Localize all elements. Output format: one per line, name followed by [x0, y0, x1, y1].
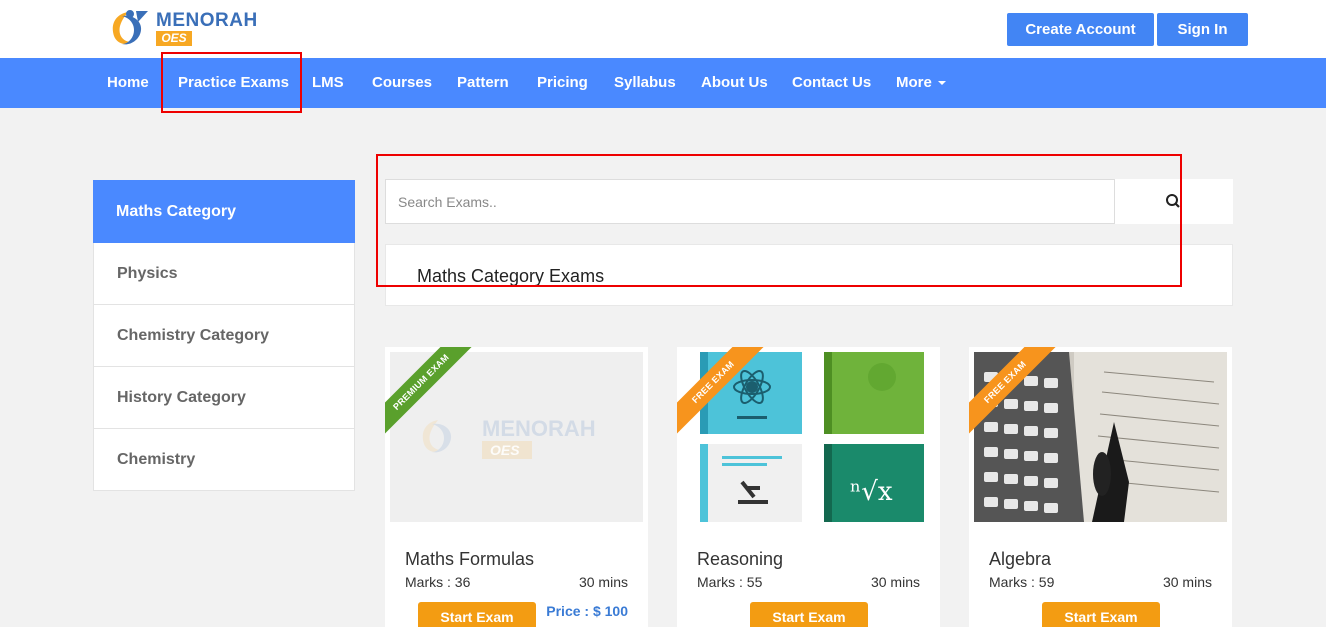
exam-duration: 30 mins	[1162, 574, 1212, 590]
nav-courses[interactable]: Courses	[372, 58, 432, 108]
top-bar: MENORAH OES Create Account Sign In	[0, 0, 1326, 58]
brand-name: MENORAH	[156, 10, 258, 31]
svg-text:MENORAH: MENORAH	[482, 416, 596, 441]
nav-more-label: More	[896, 74, 932, 91]
search-button[interactable]	[1160, 190, 1186, 214]
nav-pricing[interactable]: Pricing	[537, 58, 588, 108]
brand-sub: OES	[156, 31, 192, 46]
start-exam-button[interactable]: Start Exam	[750, 602, 868, 627]
exam-duration: 30 mins	[578, 574, 628, 590]
svg-text:OES: OES	[490, 442, 520, 458]
start-exam-button[interactable]: Start Exam	[1042, 602, 1160, 627]
exam-duration: 30 mins	[870, 574, 920, 590]
main-nav: Home Practice Exams LMS Courses Pattern …	[0, 58, 1326, 108]
category-heading-panel: Maths Category Exams	[385, 244, 1233, 306]
premium-ribbon: PREMIUM EXAM	[385, 347, 479, 441]
nav-syllabus[interactable]: Syllabus	[614, 58, 676, 108]
sidebar-item-chemistry-category[interactable]: Chemistry Category	[93, 305, 355, 367]
exam-card-reasoning[interactable]: ⁿ√x FREE EXAM Reasoning Marks : 55 30 mi…	[677, 347, 940, 627]
exam-title: Maths Formulas	[405, 549, 535, 569]
sidebar-item-history-category[interactable]: History Category	[93, 367, 355, 429]
nav-about-us[interactable]: About Us	[701, 58, 768, 108]
exam-title: Reasoning	[697, 549, 784, 569]
brand-logo[interactable]: MENORAH OES	[108, 8, 258, 48]
exam-card-maths-formulas[interactable]: MENORAH OES PREMIUM EXAM Maths Formulas …	[385, 347, 648, 627]
category-heading: Maths Category Exams	[417, 266, 605, 286]
nav-pattern[interactable]: Pattern	[457, 58, 509, 108]
nav-home[interactable]: Home	[107, 58, 149, 108]
sign-in-button[interactable]: Sign In	[1157, 13, 1248, 46]
create-account-button[interactable]: Create Account	[1007, 13, 1154, 46]
exam-marks: Marks : 59	[989, 574, 1055, 590]
ribbon-label: FREE EXAM	[677, 347, 771, 440]
logo-mark-icon	[112, 10, 148, 45]
exam-card-algebra[interactable]: FREE EXAM Algebra Marks : 59 30 mins Sta…	[969, 347, 1232, 627]
sidebar-item-physics[interactable]: Physics	[93, 243, 355, 305]
search-bar	[385, 179, 1233, 224]
nav-more[interactable]: More	[896, 58, 946, 108]
exam-title: Algebra	[989, 549, 1052, 569]
ribbon-label: FREE EXAM	[969, 347, 1063, 440]
category-sidebar: Maths Category Physics Chemistry Categor…	[93, 180, 355, 491]
nav-lms[interactable]: LMS	[312, 58, 344, 108]
sidebar-item-maths-category[interactable]: Maths Category	[93, 180, 355, 243]
caret-down-icon	[937, 81, 946, 86]
nav-practice-exams[interactable]: Practice Exams	[178, 58, 289, 108]
start-exam-button[interactable]: Start Exam	[418, 602, 536, 627]
free-ribbon: FREE EXAM	[677, 347, 771, 441]
sidebar-item-chemistry[interactable]: Chemistry	[93, 429, 355, 491]
search-icon	[1166, 194, 1180, 208]
exam-marks: Marks : 36	[405, 574, 471, 590]
exam-marks: Marks : 55	[697, 574, 763, 590]
nav-contact-us[interactable]: Contact Us	[792, 58, 871, 108]
search-input[interactable]	[385, 179, 1115, 224]
ribbon-label: PREMIUM EXAM	[385, 347, 479, 440]
svg-text:ⁿ√x: ⁿ√x	[850, 477, 893, 507]
free-ribbon: FREE EXAM	[969, 347, 1063, 441]
